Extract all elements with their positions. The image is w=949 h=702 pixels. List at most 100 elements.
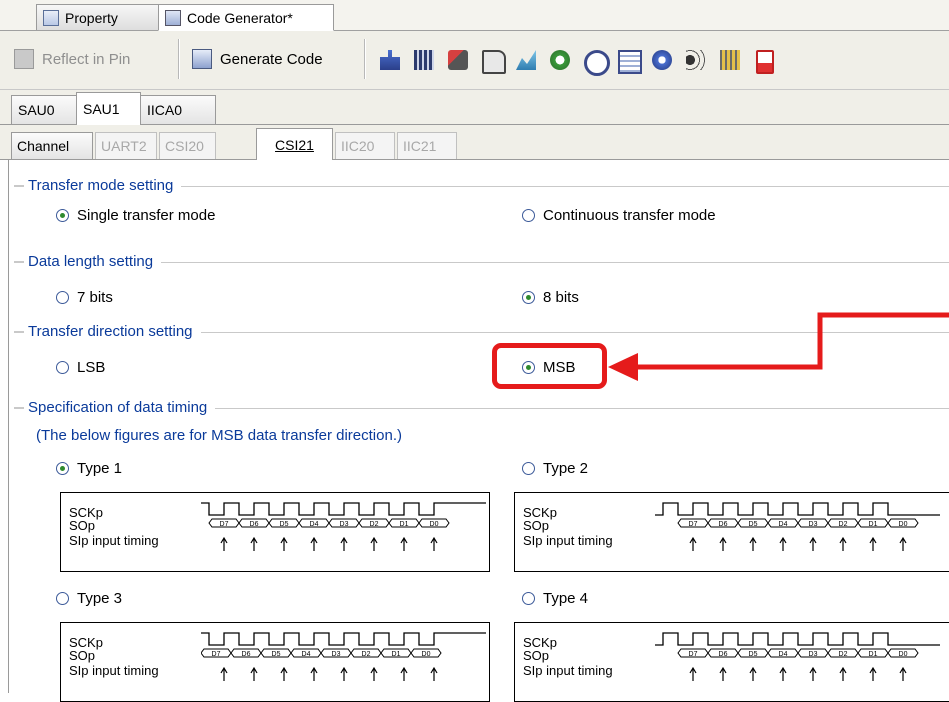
data-timing-title: Specification of data timing — [24, 399, 216, 416]
transfer-direction-group: Transfer direction setting — [14, 323, 201, 340]
toolbar-divider — [178, 39, 180, 79]
transfer-direction-title: Transfer direction setting — [24, 323, 201, 340]
sound-icon[interactable] — [686, 50, 706, 70]
so-bit-label: D3 — [809, 651, 818, 658]
so-bit-label: D7 — [212, 651, 221, 658]
type4-radio[interactable] — [522, 592, 535, 605]
port-icon[interactable] — [482, 50, 506, 74]
tab-property[interactable]: Property — [36, 4, 160, 30]
tab-code-generator[interactable]: Code Generator* — [158, 4, 334, 31]
si-label: SIp input timing — [523, 663, 613, 678]
lsb-radio[interactable] — [56, 361, 69, 374]
type4-label: Type 4 — [543, 590, 589, 607]
tab-csi21-label: CSI21 — [275, 136, 314, 153]
si-sample-arrow — [280, 536, 288, 551]
eight-bits-label: 8 bits — [543, 289, 579, 306]
memory-icon[interactable] — [618, 50, 642, 74]
so-bit-label: D0 — [430, 521, 439, 528]
si-sample-arrow — [749, 666, 757, 681]
so-bit-label: D3 — [332, 651, 341, 658]
type4-option[interactable]: Type 4 — [522, 590, 588, 607]
so-bit-label: D6 — [719, 521, 728, 528]
seven-bits-option[interactable]: 7 bits — [56, 289, 113, 306]
code-generator-icon — [165, 9, 181, 26]
tab-sau1[interactable]: SAU1 — [76, 92, 141, 125]
eight-bits-radio[interactable] — [522, 291, 535, 304]
interrupt-icon[interactable] — [516, 50, 536, 70]
type3-label: Type 3 — [77, 590, 123, 607]
type3-waveform: D7 D6 D5 D4 D3 D2 D1 D0 — [201, 632, 486, 681]
tab-iic20-label: IIC20 — [341, 138, 375, 154]
sck-waveform — [655, 632, 940, 646]
continuous-transfer-option[interactable]: Continuous transfer mode — [522, 207, 716, 224]
so-label: SOp — [523, 518, 550, 533]
si-sample-arrow — [310, 666, 318, 681]
lsb-option[interactable]: LSB — [56, 359, 105, 376]
si-sample-arrow — [839, 666, 847, 681]
tab-iic21: IIC21 — [397, 132, 457, 159]
tab-channel[interactable]: Channel — [11, 132, 93, 159]
si-sample-arrow — [340, 536, 348, 551]
msb-highlight-box — [492, 343, 607, 389]
chip-icon[interactable] — [414, 50, 434, 70]
single-transfer-radio[interactable] — [56, 209, 69, 222]
so-label: SOp — [523, 648, 550, 663]
battery-icon[interactable] — [756, 50, 774, 74]
tab-sau0[interactable]: SAU0 — [11, 95, 77, 124]
so-bit-label: D3 — [340, 521, 349, 528]
so-bit-label: D0 — [899, 651, 908, 658]
watchdog-icon[interactable] — [652, 50, 672, 70]
type1-option[interactable]: Type 1 — [56, 460, 122, 477]
tab-csi21[interactable]: CSI21 — [256, 128, 333, 160]
toolbar-divider — [364, 39, 366, 79]
unit-tab-bar: SAU0 SAU1 IICA0 — [0, 90, 949, 125]
generate-code-button[interactable]: Generate Code — [192, 41, 323, 77]
reflect-in-pin-button[interactable]: Reflect in Pin — [14, 41, 130, 77]
type2-timing-diagram: SCKp SOp SIp input timing D7 D6 D5 D4 D3 D2 D1… — [514, 492, 949, 572]
sck-waveform — [655, 502, 940, 516]
type2-option[interactable]: Type 2 — [522, 460, 588, 477]
data-length-title: Data length setting — [24, 253, 162, 270]
type2-radio[interactable] — [522, 462, 535, 475]
si-sample-arrow — [719, 536, 727, 551]
type3-option[interactable]: Type 3 — [56, 590, 122, 607]
timer-icon[interactable] — [550, 50, 570, 70]
toolbar: Reflect in Pin Generate Code — [0, 31, 949, 90]
seven-bits-label: 7 bits — [77, 289, 113, 306]
type3-radio[interactable] — [56, 592, 69, 605]
si-sample-arrow — [370, 536, 378, 551]
si-sample-arrow — [250, 536, 258, 551]
bus-icon[interactable] — [720, 50, 740, 70]
so-bit-label: D1 — [869, 651, 878, 658]
reflect-pin-icon — [14, 49, 34, 69]
continuous-transfer-radio[interactable] — [522, 209, 535, 222]
clock-tree-icon[interactable] — [380, 50, 400, 70]
si-sample-arrow — [689, 536, 697, 551]
si-sample-arrow — [310, 536, 318, 551]
single-transfer-option[interactable]: Single transfer mode — [56, 207, 215, 224]
tab-csi20-label: CSI20 — [165, 138, 204, 154]
link-icon[interactable] — [584, 50, 610, 76]
tab-uart2: UART2 — [95, 132, 157, 159]
tab-iica0-label: IICA0 — [147, 102, 183, 118]
so-bit-label: D4 — [310, 521, 319, 528]
type1-radio[interactable] — [56, 462, 69, 475]
peripheral-icon[interactable] — [448, 50, 468, 70]
tab-iica0[interactable]: IICA0 — [140, 95, 216, 124]
sck-waveform — [201, 632, 486, 646]
si-sample-arrow — [839, 536, 847, 551]
tab-iic20: IIC20 — [335, 132, 395, 159]
tab-uart2-label: UART2 — [101, 138, 147, 154]
type2-label: Type 2 — [543, 460, 589, 477]
tab-property-label: Property — [65, 9, 118, 26]
si-sample-arrow — [430, 666, 438, 681]
si-label: SIp input timing — [523, 533, 613, 548]
so-bit-label: D7 — [689, 651, 698, 658]
si-sample-arrow — [430, 536, 438, 551]
so-label: SOp — [69, 518, 96, 533]
data-timing-group: Specification of data timing — [14, 399, 216, 416]
seven-bits-radio[interactable] — [56, 291, 69, 304]
continuous-transfer-label: Continuous transfer mode — [543, 207, 716, 224]
si-sample-arrow — [340, 666, 348, 681]
eight-bits-option[interactable]: 8 bits — [522, 289, 579, 306]
